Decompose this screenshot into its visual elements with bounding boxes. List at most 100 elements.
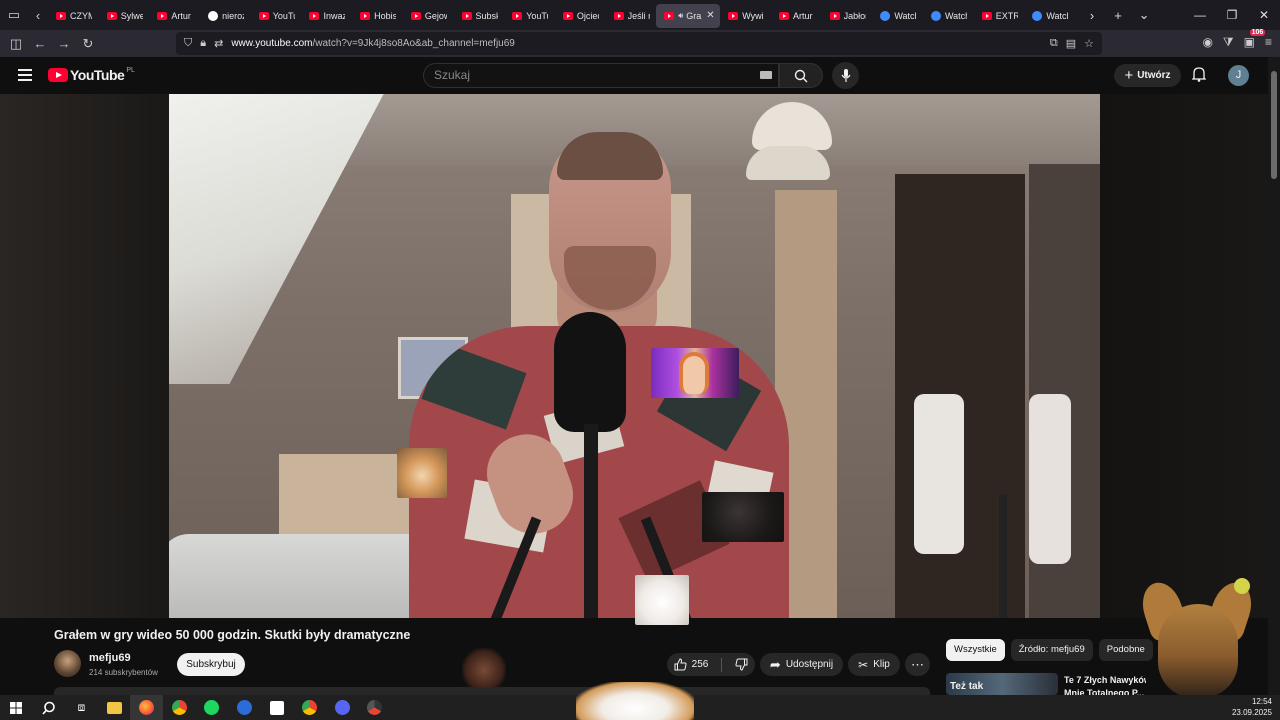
region-code: PL [126,66,135,74]
browser-tab[interactable]: Gejow [403,4,454,28]
close-window-icon[interactable]: ✕ [1248,0,1280,30]
browser-tab[interactable]: Artur [149,4,200,28]
tab-list-icon[interactable]: ▭ [0,0,28,30]
extension-badge-icon[interactable]: ▣ 106 [1244,29,1266,50]
browser-tab[interactable]: Subsk [454,4,505,28]
overlay-sticker-dark-face [702,492,784,542]
tab-active[interactable]: 🔊︎ Gra ✕ [656,3,721,28]
speaker-icon[interactable]: 🔊︎ [678,11,683,21]
more-actions-button[interactable]: ⋯ [905,653,930,676]
video-player[interactable] [169,94,1100,618]
search-icon[interactable] [33,695,66,720]
search-placeholder: Szukaj [434,68,471,82]
clip-button[interactable]: ✂ Klip [848,653,900,676]
spotify-icon[interactable] [196,695,229,720]
browser-tab[interactable]: Jeśli n [606,4,657,28]
tab-label: EXTRE [995,10,1018,21]
scrollbar-thumb[interactable] [1271,71,1277,179]
windows-start-icon[interactable] [0,695,33,720]
browser-tab[interactable]: Watch [1024,4,1075,28]
forward-icon[interactable]: → [52,36,76,51]
browser-tab[interactable]: YouTu [504,4,555,28]
reader-view-icon[interactable]: ▤ [1066,37,1076,50]
browser-tab[interactable]: nieroz [200,4,251,28]
thumbs-up-icon[interactable] [674,658,687,671]
page-scrollbar[interactable] [1268,57,1280,695]
lock-icon[interactable]: 🔒︎ [200,37,206,50]
app-icon[interactable] [261,695,294,720]
like-count[interactable]: 256 [692,659,709,670]
browser-tab[interactable]: Sylwe [99,4,150,28]
scroll-tabs-left-icon[interactable]: ‹ [28,0,48,30]
extensions-icon[interactable]: ⧩ [1223,35,1234,50]
user-avatar[interactable]: J [1228,65,1249,86]
browser-tab[interactable]: Watch [923,4,974,28]
browser-tab[interactable]: CZYM [48,4,99,28]
browser-tab[interactable]: Hobis [352,4,403,28]
firefox-icon[interactable] [130,695,163,720]
tab-label: Gra [686,10,702,21]
tab-label: Artur [171,10,191,21]
share-icon: ➦ [769,656,781,672]
youtube-icon [981,11,992,20]
browser-tab[interactable]: Watch [872,4,923,28]
chrome-icon[interactable] [163,695,196,720]
description-box[interactable] [54,687,930,695]
voice-search-button[interactable] [832,62,859,89]
browser-tab[interactable]: YouTu [251,4,302,28]
youtube-icon [106,11,117,20]
youtube-icon [728,11,739,20]
url-bar[interactable]: ⛉ 🔒︎ ⇄ www.youtube.com/watch?v=9Jk4j8so8… [176,32,1102,55]
chrome-icon[interactable] [293,695,326,720]
notifications-bell-icon[interactable] [1191,66,1207,87]
filter-chip[interactable]: Wszystkie [946,639,1005,661]
list-all-tabs-icon[interactable]: ⌄ [1131,7,1157,23]
share-button[interactable]: ➦ Udostępnij [760,653,843,676]
reload-icon[interactable]: ↻ [76,36,100,52]
recommendation-thumbnail[interactable]: Też tak [946,673,1058,695]
restore-icon[interactable]: ❐ [1216,0,1248,30]
picture-in-picture-icon[interactable]: ⧉ [1050,37,1058,50]
channel-name[interactable]: mefju69 [89,652,131,664]
back-icon[interactable]: ← [28,36,52,51]
filter-chip[interactable]: Źródło: mefju69 [1010,639,1093,661]
youtube-icon [410,11,421,20]
tab-label: Watch [945,10,967,21]
browser-tab[interactable]: Wywia [720,4,771,28]
menu-icon[interactable]: ≡ [1265,35,1272,50]
system-clock[interactable]: 12:54 23.09.2025 [1232,696,1272,718]
close-tab-icon[interactable]: ✕ [706,10,714,21]
chrome-icon[interactable] [359,695,392,720]
discord-icon[interactable] [326,695,359,720]
scroll-tabs-right-icon[interactable]: › [1079,8,1105,23]
account-icon[interactable]: ◉ [1202,35,1212,50]
sidebar-toggle-icon[interactable]: ◫ [4,36,28,52]
search-button[interactable] [779,63,823,88]
browser-tab[interactable]: Inwaz [301,4,352,28]
browser-tab[interactable]: EXTRE [974,4,1025,28]
app-icon[interactable] [228,695,261,720]
bookmark-star-icon[interactable]: ☆ [1084,37,1094,50]
keyboard-icon[interactable] [760,71,772,79]
channel-avatar[interactable] [54,650,81,677]
permissions-icon[interactable]: ⇄ [214,37,223,50]
tab-label: Jeśli n [627,10,650,21]
task-view-icon[interactable]: ⧈ [65,695,98,720]
tab-label: YouTu [272,10,295,21]
browser-tab[interactable]: Jabłon [822,4,873,28]
youtube-icon [56,11,66,20]
youtube-logo[interactable]: YouTube PL [48,67,135,83]
create-button[interactable]: + Utwórz [1114,64,1181,87]
thumbs-down-icon[interactable] [735,658,748,671]
tab-label: Subsk [475,10,498,21]
new-tab-icon[interactable]: + [1105,8,1131,23]
subscribe-button[interactable]: Subskrybuj [177,653,245,676]
tracking-shield-icon[interactable]: ⛉ [184,37,192,50]
browser-tab[interactable]: Ojciec [555,4,606,28]
file-explorer-icon[interactable] [98,695,131,720]
minimize-icon[interactable]: — [1184,0,1216,30]
search-icon [794,69,808,82]
browser-tab[interactable]: Artur [771,4,822,28]
search-input[interactable]: Szukaj [423,63,779,88]
hamburger-menu-icon[interactable] [18,69,32,84]
